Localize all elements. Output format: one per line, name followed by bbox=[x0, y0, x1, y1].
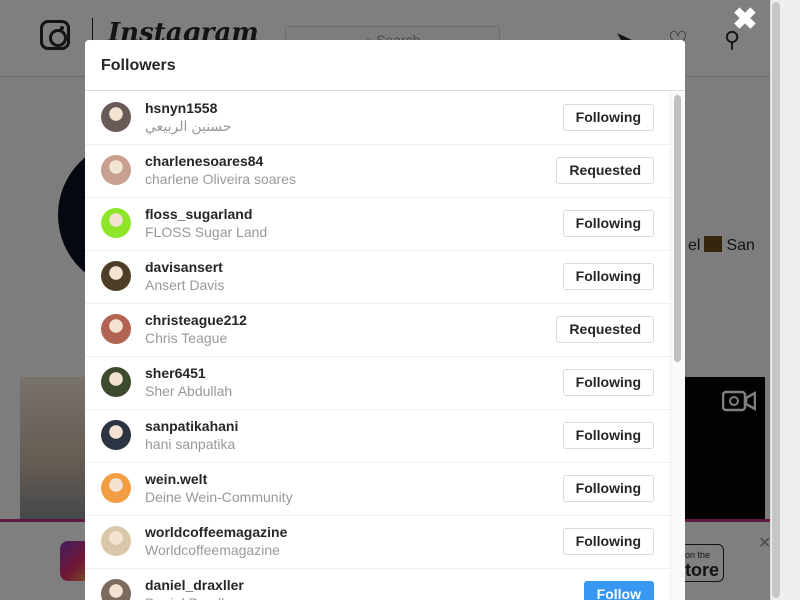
follower-avatar[interactable] bbox=[101, 420, 131, 450]
follower-username[interactable]: wein.welt bbox=[145, 470, 293, 488]
follow-button[interactable]: Follow bbox=[583, 581, 654, 600]
followers-list[interactable]: hsnyn1558 حسنين الربيعي Following charlenes… bbox=[85, 92, 670, 600]
follower-username[interactable]: sher6451 bbox=[145, 364, 232, 382]
following-button[interactable]: Following bbox=[562, 422, 654, 449]
follower-row: charlenesoares84 charlene Oliveira soares… bbox=[85, 145, 670, 198]
follower-row: worldcoffeemagazine Worldcoffeemagazine Fo… bbox=[85, 516, 670, 569]
follower-avatar[interactable] bbox=[101, 473, 131, 503]
follower-fullname: Daniel Draxller bbox=[145, 594, 244, 600]
follower-names: worldcoffeemagazine Worldcoffeemagazine bbox=[145, 523, 287, 559]
follower-names: sanpatikahani hani sanpatika bbox=[145, 417, 238, 453]
follower-username[interactable]: floss_sugarland bbox=[145, 205, 267, 223]
followers-modal: Followers hsnyn1558 حسنين الربيعي Followin… bbox=[85, 40, 685, 600]
follower-username[interactable]: charlenesoares84 bbox=[145, 152, 296, 170]
following-button[interactable]: Following bbox=[562, 475, 654, 502]
requested-button[interactable]: Requested bbox=[556, 316, 654, 343]
follower-row: daniel_draxllerDaniel Draxller Follow bbox=[85, 569, 670, 600]
follower-names: davisansert Ansert Davis bbox=[145, 258, 224, 294]
follower-avatar[interactable] bbox=[101, 261, 131, 291]
following-button[interactable]: Following bbox=[562, 263, 654, 290]
following-button[interactable]: Following bbox=[562, 210, 654, 237]
follower-fullname: Deine Wein-Community bbox=[145, 489, 293, 505]
follower-fullname: Chris Teague bbox=[145, 330, 228, 346]
follower-names: sher6451 Sher Abdullah bbox=[145, 364, 232, 400]
follower-fullname: FLOSS Sugar Land bbox=[145, 224, 268, 240]
following-button[interactable]: Following bbox=[562, 528, 654, 555]
follower-username[interactable]: daniel_draxller bbox=[145, 576, 244, 594]
follower-fullname: Worldcoffeemagazine bbox=[145, 542, 280, 558]
follower-names: hsnyn1558 حسنين الربيعي bbox=[145, 99, 232, 135]
follower-fullname: Sher Abdullah bbox=[145, 383, 233, 399]
follower-avatar[interactable] bbox=[101, 102, 131, 132]
follower-avatar[interactable] bbox=[101, 314, 131, 344]
follower-avatar[interactable] bbox=[101, 155, 131, 185]
follower-avatar[interactable] bbox=[101, 367, 131, 397]
follower-row: wein.welt Deine Wein-Community Following bbox=[85, 463, 670, 516]
follower-names: wein.welt Deine Wein-Community bbox=[145, 470, 293, 506]
follower-row: davisansert Ansert Davis Following bbox=[85, 251, 670, 304]
follower-avatar[interactable] bbox=[101, 526, 131, 556]
follower-avatar[interactable] bbox=[101, 208, 131, 238]
follower-username[interactable]: worldcoffeemagazine bbox=[145, 523, 287, 541]
follower-names: daniel_draxllerDaniel Draxller bbox=[145, 576, 244, 600]
modal-title: Followers bbox=[101, 57, 176, 74]
follower-row: sanpatikahani hani sanpatika Following bbox=[85, 410, 670, 463]
close-modal-icon[interactable]: ✖ bbox=[731, 5, 759, 35]
follower-username[interactable]: davisansert bbox=[145, 258, 224, 276]
page-scrollbar-thumb[interactable] bbox=[772, 2, 780, 598]
following-button[interactable]: Following bbox=[562, 104, 654, 131]
modal-header: Followers bbox=[85, 40, 685, 91]
follower-fullname: Ansert Davis bbox=[145, 277, 225, 293]
follower-fullname: charlene Oliveira soares bbox=[145, 171, 296, 187]
follower-names: christeague212 Chris Teague bbox=[145, 311, 247, 347]
follower-fullname: حسنين الربيعي bbox=[145, 118, 232, 134]
follower-username[interactable]: hsnyn1558 bbox=[145, 99, 232, 117]
follower-row: hsnyn1558 حسنين الربيعي Following bbox=[85, 92, 670, 145]
following-button[interactable]: Following bbox=[562, 369, 654, 396]
follower-avatar[interactable] bbox=[101, 579, 131, 600]
follower-row: christeague212 Chris Teague Requested bbox=[85, 304, 670, 357]
follower-row: sher6451 Sher Abdullah Following bbox=[85, 357, 670, 410]
follower-fullname: hani sanpatika bbox=[145, 436, 236, 452]
followers-scrollbar-thumb[interactable] bbox=[674, 95, 681, 362]
requested-button[interactable]: Requested bbox=[556, 157, 654, 184]
follower-username[interactable]: sanpatikahani bbox=[145, 417, 238, 435]
follower-username[interactable]: christeague212 bbox=[145, 311, 247, 329]
follower-names: charlenesoares84 charlene Oliveira soares bbox=[145, 152, 296, 188]
follower-names: floss_sugarland FLOSS Sugar Land bbox=[145, 205, 267, 241]
follower-row: floss_sugarland FLOSS Sugar Land Following bbox=[85, 198, 670, 251]
